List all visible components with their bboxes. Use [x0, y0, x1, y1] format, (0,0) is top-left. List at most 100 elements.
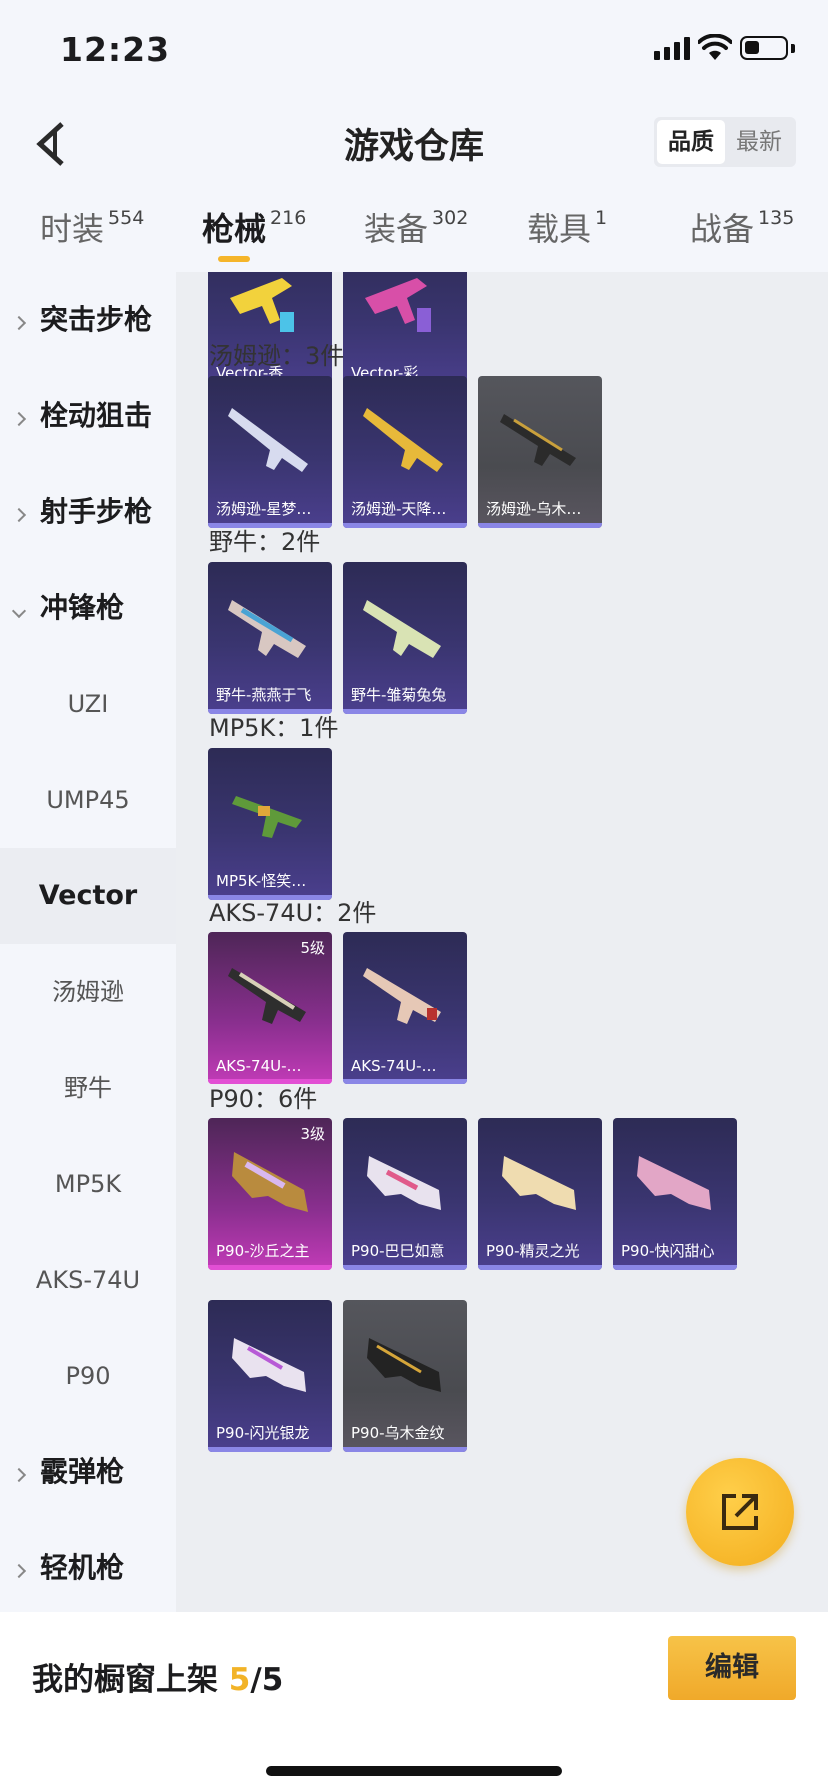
chevron-down-icon	[11, 560, 27, 656]
chevron-right-icon	[11, 464, 27, 560]
sort-toggle: 品质 最新	[654, 117, 796, 167]
item-name: 汤姆逊-天降…	[351, 500, 447, 518]
share-icon	[722, 1494, 758, 1530]
sidebar-subitem-aks74u[interactable]: AKS-74U	[0, 1232, 176, 1328]
sidebar-item-assault-rifle[interactable]: 突击步枪	[0, 272, 176, 368]
item-card[interactable]: P90-闪光银龙	[208, 1300, 332, 1452]
showcase-used-count: 5	[228, 1662, 251, 1698]
sidebar-item-label: AKS-74U	[35, 1266, 141, 1294]
item-card[interactable]: P90-精灵之光	[478, 1118, 602, 1270]
sort-by-quality-button[interactable]: 品质	[657, 120, 725, 164]
sidebar-item-marksman-rifle[interactable]: 射手步枪	[0, 464, 176, 560]
weapon-skin-image	[363, 408, 443, 472]
sidebar-item-label: 栓动狙击	[40, 399, 153, 432]
sidebar-item-label: P90	[65, 1362, 111, 1390]
weapon-skin-image	[500, 414, 576, 466]
weapon-skin-image	[228, 600, 306, 658]
item-card[interactable]: 5级 AKS-74U-…	[208, 932, 332, 1084]
showcase-label: 我的橱窗上架 5/5	[32, 1654, 283, 1699]
nav-bar: 游戏仓库 品质 最新	[0, 100, 828, 184]
group-title: P90：6件	[209, 1085, 318, 1113]
sidebar-item-label: UMP45	[46, 786, 130, 814]
item-card[interactable]: 汤姆逊-乌木…	[478, 376, 602, 528]
wifi-icon	[698, 34, 732, 60]
item-card[interactable]: 汤姆逊-星梦…	[208, 376, 332, 528]
showcase-bar: 我的橱窗上架 5/5 编辑	[0, 1612, 828, 1792]
item-level-badge: 3级	[300, 1125, 325, 1143]
active-tab-indicator	[218, 256, 250, 262]
sidebar-subitem-vector[interactable]: Vector	[0, 848, 176, 944]
tab-label: 载具	[527, 210, 592, 248]
item-name: P90-快闪甜心	[621, 1242, 715, 1260]
weapon-skin-image	[367, 1156, 441, 1210]
cellular-signal-icon	[654, 36, 690, 60]
tab-supplies[interactable]: 战备 135	[690, 204, 794, 254]
sidebar: 突击步枪 栓动狙击 射手步枪 冲锋枪 UZI UMP45 Vector 汤姆逊 …	[0, 272, 176, 1612]
item-card[interactable]: Vector-香…	[208, 272, 332, 392]
item-card[interactable]: 汤姆逊-天降…	[343, 376, 467, 528]
sidebar-item-label: 冲锋枪	[40, 591, 125, 624]
item-name: P90-精灵之光	[486, 1242, 580, 1260]
weapon-skin-image	[232, 1338, 306, 1392]
weapon-skin-image	[232, 796, 302, 838]
status-bar: 12:23	[0, 0, 828, 100]
tab-label: 装备	[364, 210, 429, 248]
category-tabs: 时装 554 枪械 216 装备 302 载具 1 战备 135	[0, 184, 828, 272]
weapon-skin-image	[502, 1156, 576, 1210]
sidebar-subitem-p90[interactable]: P90	[0, 1328, 176, 1424]
item-card[interactable]: P90-乌木金纹	[343, 1300, 467, 1452]
item-name: P90-乌木金纹	[351, 1424, 445, 1442]
group-title: 汤姆逊：3件	[209, 342, 345, 370]
tab-vehicles[interactable]: 载具 1	[527, 204, 607, 254]
sidebar-item-shotgun[interactable]: 霰弹枪	[0, 1424, 176, 1520]
sidebar-subitem-ump45[interactable]: UMP45	[0, 752, 176, 848]
weapon-skin-image	[363, 968, 441, 1024]
sidebar-item-label: 汤姆逊	[52, 978, 124, 1006]
item-name: 野牛-燕燕于飞	[216, 686, 312, 704]
item-level-badge: 5级	[300, 939, 325, 957]
weapon-skin-image	[228, 968, 306, 1024]
chevron-right-icon	[11, 272, 27, 368]
sidebar-item-label: 霰弹枪	[40, 1455, 125, 1488]
item-card[interactable]: 野牛-燕燕于飞	[208, 562, 332, 714]
item-name: AKS-74U-…	[351, 1057, 437, 1075]
sidebar-item-lmg[interactable]: 轻机枪	[0, 1520, 176, 1616]
weapon-skin-image	[367, 1338, 441, 1392]
sidebar-subitem-bizon[interactable]: 野牛	[0, 1040, 176, 1136]
sidebar-item-label: MP5K	[54, 1170, 122, 1198]
group-title: 野牛：2件	[209, 528, 321, 556]
sidebar-item-label: 射手步枪	[40, 495, 153, 528]
weapon-skin-image	[363, 600, 441, 658]
showcase-title: 我的橱窗上架	[32, 1662, 218, 1698]
sidebar-subitem-uzi[interactable]: UZI	[0, 656, 176, 752]
edit-button[interactable]: 编辑	[668, 1636, 796, 1700]
weapon-skin-image	[365, 278, 431, 332]
item-card[interactable]: 3级 P90-沙丘之主	[208, 1118, 332, 1270]
sidebar-subitem-mp5k[interactable]: MP5K	[0, 1136, 176, 1232]
item-name: 汤姆逊-星梦…	[216, 500, 312, 518]
tab-fashion[interactable]: 时装 554	[40, 204, 144, 254]
sidebar-item-smg[interactable]: 冲锋枪	[0, 560, 176, 656]
sort-by-newest-button[interactable]: 最新	[725, 120, 793, 164]
item-name: AKS-74U-…	[216, 1057, 302, 1075]
sidebar-item-label: 轻机枪	[40, 1551, 125, 1584]
sidebar-item-label: 野牛	[64, 1074, 112, 1102]
item-card[interactable]: AKS-74U-…	[343, 932, 467, 1084]
tab-label: 战备	[690, 210, 755, 248]
tab-count: 1	[595, 207, 608, 229]
item-name: P90-沙丘之主	[216, 1242, 310, 1260]
share-button[interactable]	[686, 1458, 794, 1566]
tab-equipment[interactable]: 装备 302	[364, 204, 468, 254]
tab-label: 时装	[40, 210, 105, 248]
item-card[interactable]: P90-快闪甜心	[613, 1118, 737, 1270]
tab-firearms[interactable]: 枪械 216	[202, 204, 306, 254]
item-name: MP5K-怪笑…	[216, 872, 307, 890]
sidebar-subitem-thompson[interactable]: 汤姆逊	[0, 944, 176, 1040]
sidebar-item-bolt-sniper[interactable]: 栓动狙击	[0, 368, 176, 464]
item-name: 野牛-雏菊兔兔	[351, 686, 447, 704]
item-card[interactable]: 野牛-雏菊兔兔	[343, 562, 467, 714]
item-card[interactable]: MP5K-怪笑…	[208, 748, 332, 900]
weapon-skin-image	[637, 1156, 711, 1210]
item-card[interactable]: P90-巴巳如意	[343, 1118, 467, 1270]
item-card[interactable]: Vector-彩…	[343, 272, 467, 392]
